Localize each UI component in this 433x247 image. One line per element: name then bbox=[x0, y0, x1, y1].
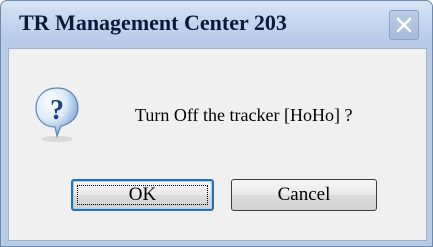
dialog-message: Turn Off the tracker [HoHo] ? bbox=[135, 105, 353, 125]
close-button[interactable] bbox=[389, 10, 419, 40]
focus-rectangle bbox=[77, 185, 208, 205]
dialog-body: ? Turn Off the tracker [HoHo] ? OK Cance… bbox=[8, 48, 427, 241]
title-bar[interactable]: TR Management Center 203 bbox=[1, 1, 432, 45]
cancel-button[interactable]: Cancel bbox=[231, 179, 377, 211]
ok-button[interactable]: OK bbox=[71, 179, 214, 211]
window-title: TR Management Center 203 bbox=[19, 10, 287, 35]
question-icon: ? bbox=[35, 87, 79, 142]
cancel-button-label: Cancel bbox=[277, 184, 331, 205]
svg-text:?: ? bbox=[50, 95, 64, 126]
dialog-window: TR Management Center 203 ? Turn Off the … bbox=[0, 0, 433, 247]
close-icon bbox=[396, 17, 412, 33]
